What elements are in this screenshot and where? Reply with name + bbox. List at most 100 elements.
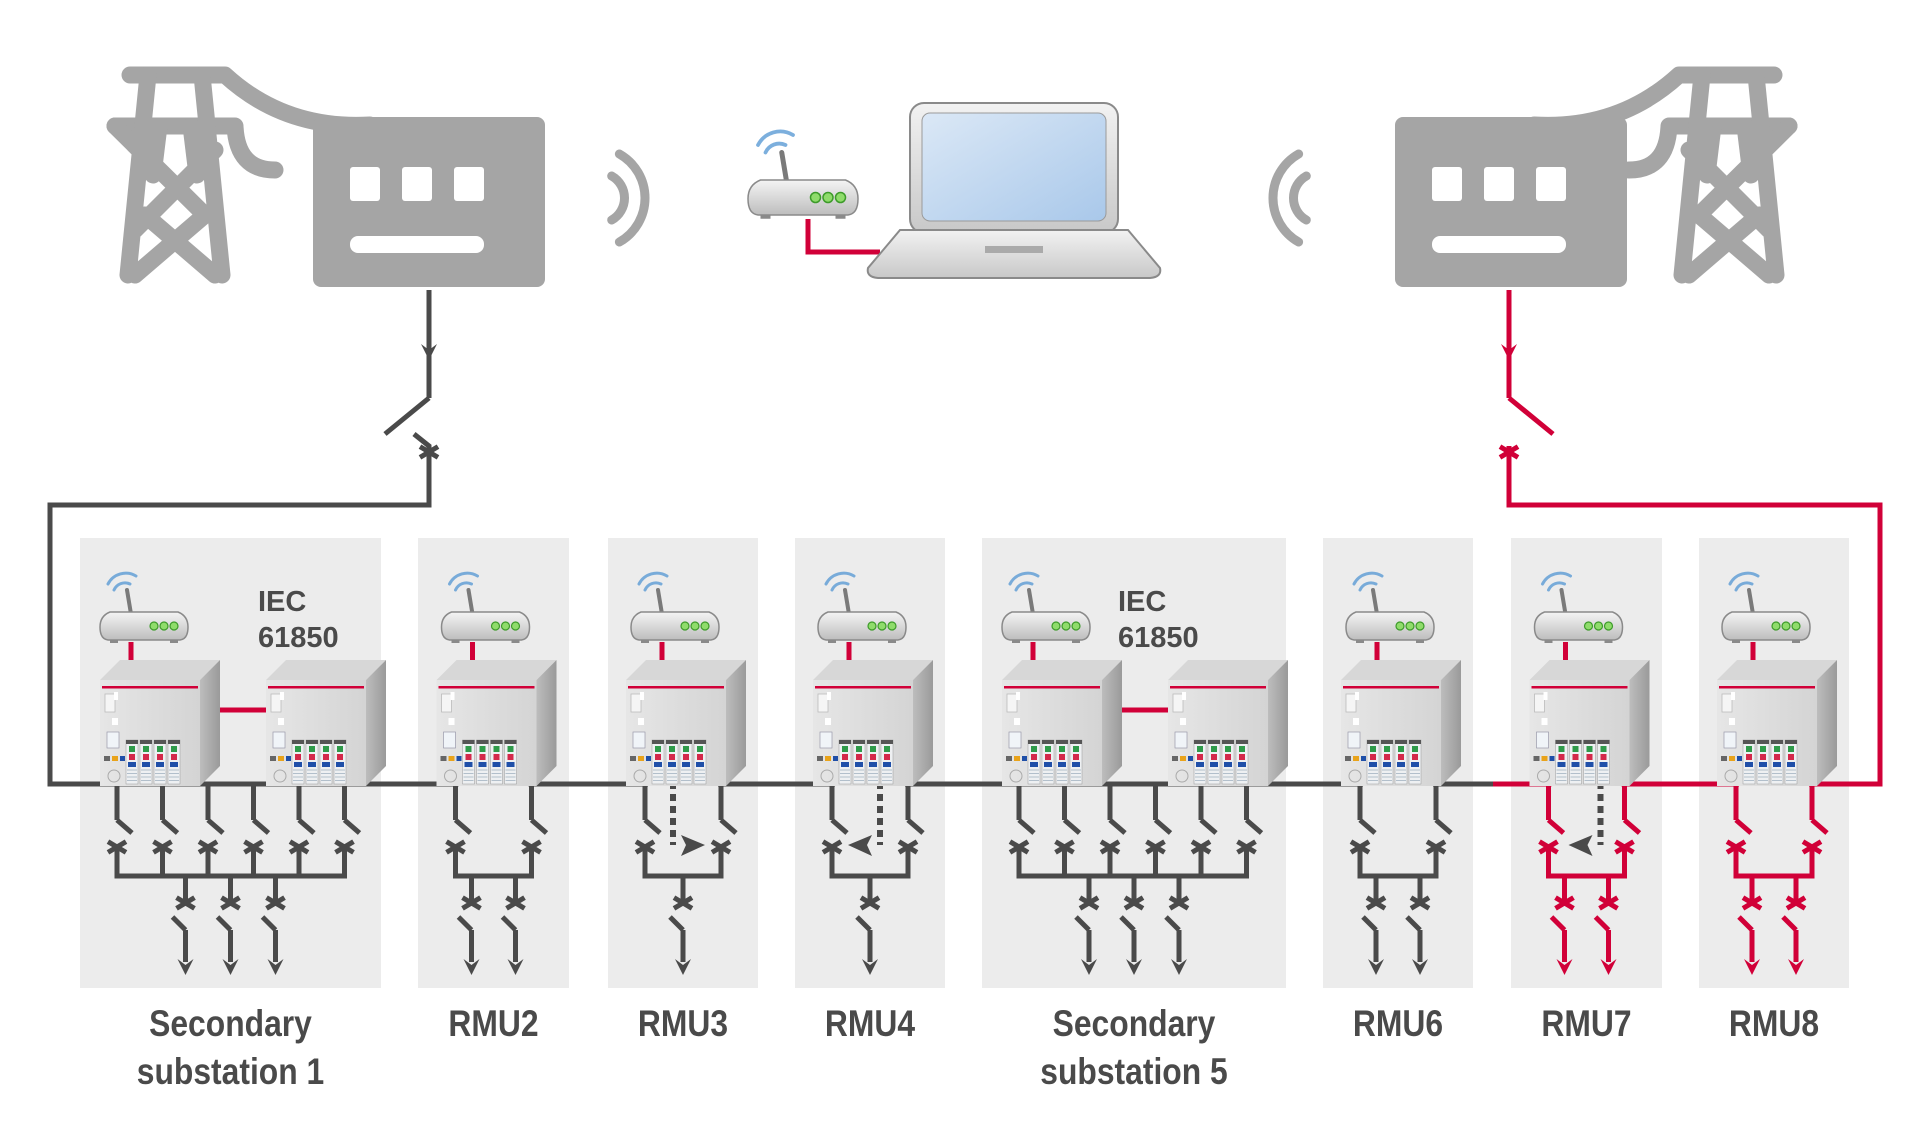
router-led: [500, 621, 511, 631]
relay-side: [1629, 660, 1650, 786]
router-led: [680, 621, 690, 631]
unit-label-rmu8: RMU8: [1728, 1003, 1820, 1044]
relay-ss5-1: [1002, 660, 1122, 786]
relay-ss5-2: [1168, 660, 1288, 786]
relay-brand-stripe: [438, 686, 535, 689]
router-led: [1051, 621, 1061, 631]
relay-side: [1102, 660, 1122, 786]
relay-top: [436, 660, 557, 680]
substation-window: [1432, 167, 1462, 201]
relay-brand-stripe: [628, 686, 724, 689]
substation-slot: [350, 236, 484, 253]
router-led: [490, 621, 501, 631]
substation-body: [1395, 117, 1627, 287]
laptop-base: [866, 229, 1162, 279]
substation-window: [1536, 167, 1566, 201]
relay-side: [1441, 660, 1461, 786]
relay-top: [626, 660, 746, 680]
router-led: [510, 621, 521, 631]
router-led: [1781, 621, 1791, 631]
relay-brand-stripe: [1343, 686, 1439, 689]
router-led: [1791, 621, 1801, 631]
relay-side: [726, 660, 746, 786]
relay-ss1-1: [100, 660, 220, 786]
unit-label-ss1: Secondary substation 1: [136, 1003, 325, 1092]
unit-label-rmu3: RMU3: [637, 1003, 729, 1044]
router-led: [1583, 621, 1594, 631]
right-feed-switch-icon: [1507, 396, 1555, 436]
relay-top: [1002, 660, 1122, 680]
relay-side: [1268, 660, 1288, 786]
router-led: [1061, 621, 1071, 631]
substation-body: [313, 117, 545, 287]
router-led: [700, 621, 710, 631]
protocol-label-ss1: IEC 61850: [258, 586, 339, 654]
relay-ss1-2: [266, 660, 386, 786]
unit-label-ss5: Secondary substation 5: [1040, 1003, 1228, 1092]
antenna: [779, 150, 790, 185]
relay-top: [1717, 660, 1837, 680]
protocol-label-ss5: IEC 61850: [1118, 586, 1199, 654]
relay-top: [1168, 660, 1288, 680]
router-led: [159, 621, 169, 631]
right-substation-icon: [1395, 117, 1627, 287]
wireless-signal-left-icon: [607, 149, 650, 247]
relay-top: [1341, 660, 1461, 680]
router-led: [1771, 621, 1781, 631]
relay-brand-stripe: [268, 686, 364, 689]
relay-top: [813, 660, 933, 680]
laptop-touchpad: [985, 246, 1043, 253]
router-led: [169, 621, 179, 631]
unit-label-rmu7: RMU7: [1541, 1003, 1632, 1044]
substation-window: [402, 167, 432, 201]
relay-side: [536, 660, 557, 786]
relay-side: [913, 660, 933, 786]
left-feed-switch-icon: [383, 396, 431, 436]
router-led: [877, 621, 887, 631]
substation-window: [1484, 167, 1514, 201]
router-led: [822, 191, 834, 204]
router-led: [867, 621, 877, 631]
substation-window: [454, 167, 484, 201]
router-led: [1593, 621, 1604, 631]
diagram-canvas: [47, 66, 1883, 988]
left-substation-icon: [313, 117, 545, 287]
router-led: [1405, 621, 1415, 631]
laptop-icon: [866, 102, 1162, 279]
relay-rmu6-1: [1341, 660, 1461, 786]
relay-top: [1529, 660, 1650, 680]
wifi-signal-icon: [756, 129, 795, 155]
relay-side: [200, 660, 220, 786]
relay-rmu3-1: [626, 660, 746, 786]
router-led: [690, 621, 700, 631]
router-led: [809, 191, 822, 204]
relay-brand-stripe: [815, 686, 911, 689]
substation-slot: [1432, 236, 1566, 253]
wireless-signal-right-icon: [1268, 149, 1311, 247]
relay-top: [266, 660, 386, 680]
top-section: [106, 66, 1798, 287]
relay-brand-stripe: [1004, 686, 1100, 689]
router-led: [1395, 621, 1405, 631]
relay-brand-stripe: [1170, 686, 1266, 689]
router-led: [1415, 621, 1425, 631]
relay-rmu7-1: [1529, 660, 1650, 786]
unit-label-rmu6: RMU6: [1352, 1003, 1444, 1044]
router-led: [1603, 621, 1614, 631]
router-led: [1071, 621, 1081, 631]
unit-label-rmu2: RMU2: [448, 1003, 539, 1044]
relay-rmu2-1: [436, 660, 557, 786]
unit-label-rmu4: RMU4: [824, 1003, 916, 1044]
router-led: [834, 191, 847, 204]
router-led: [887, 621, 897, 631]
substation-window: [350, 167, 380, 201]
relay-rmu8-1: [1717, 660, 1837, 786]
router-laptop-link: [805, 219, 880, 255]
laptop-screen: [921, 112, 1107, 222]
relay-brand-stripe: [1531, 686, 1628, 689]
relay-side: [1817, 660, 1837, 786]
relay-side: [366, 660, 386, 786]
router-led: [149, 621, 159, 631]
relay-brand-stripe: [1719, 686, 1815, 689]
control-router-icon: [747, 129, 859, 219]
